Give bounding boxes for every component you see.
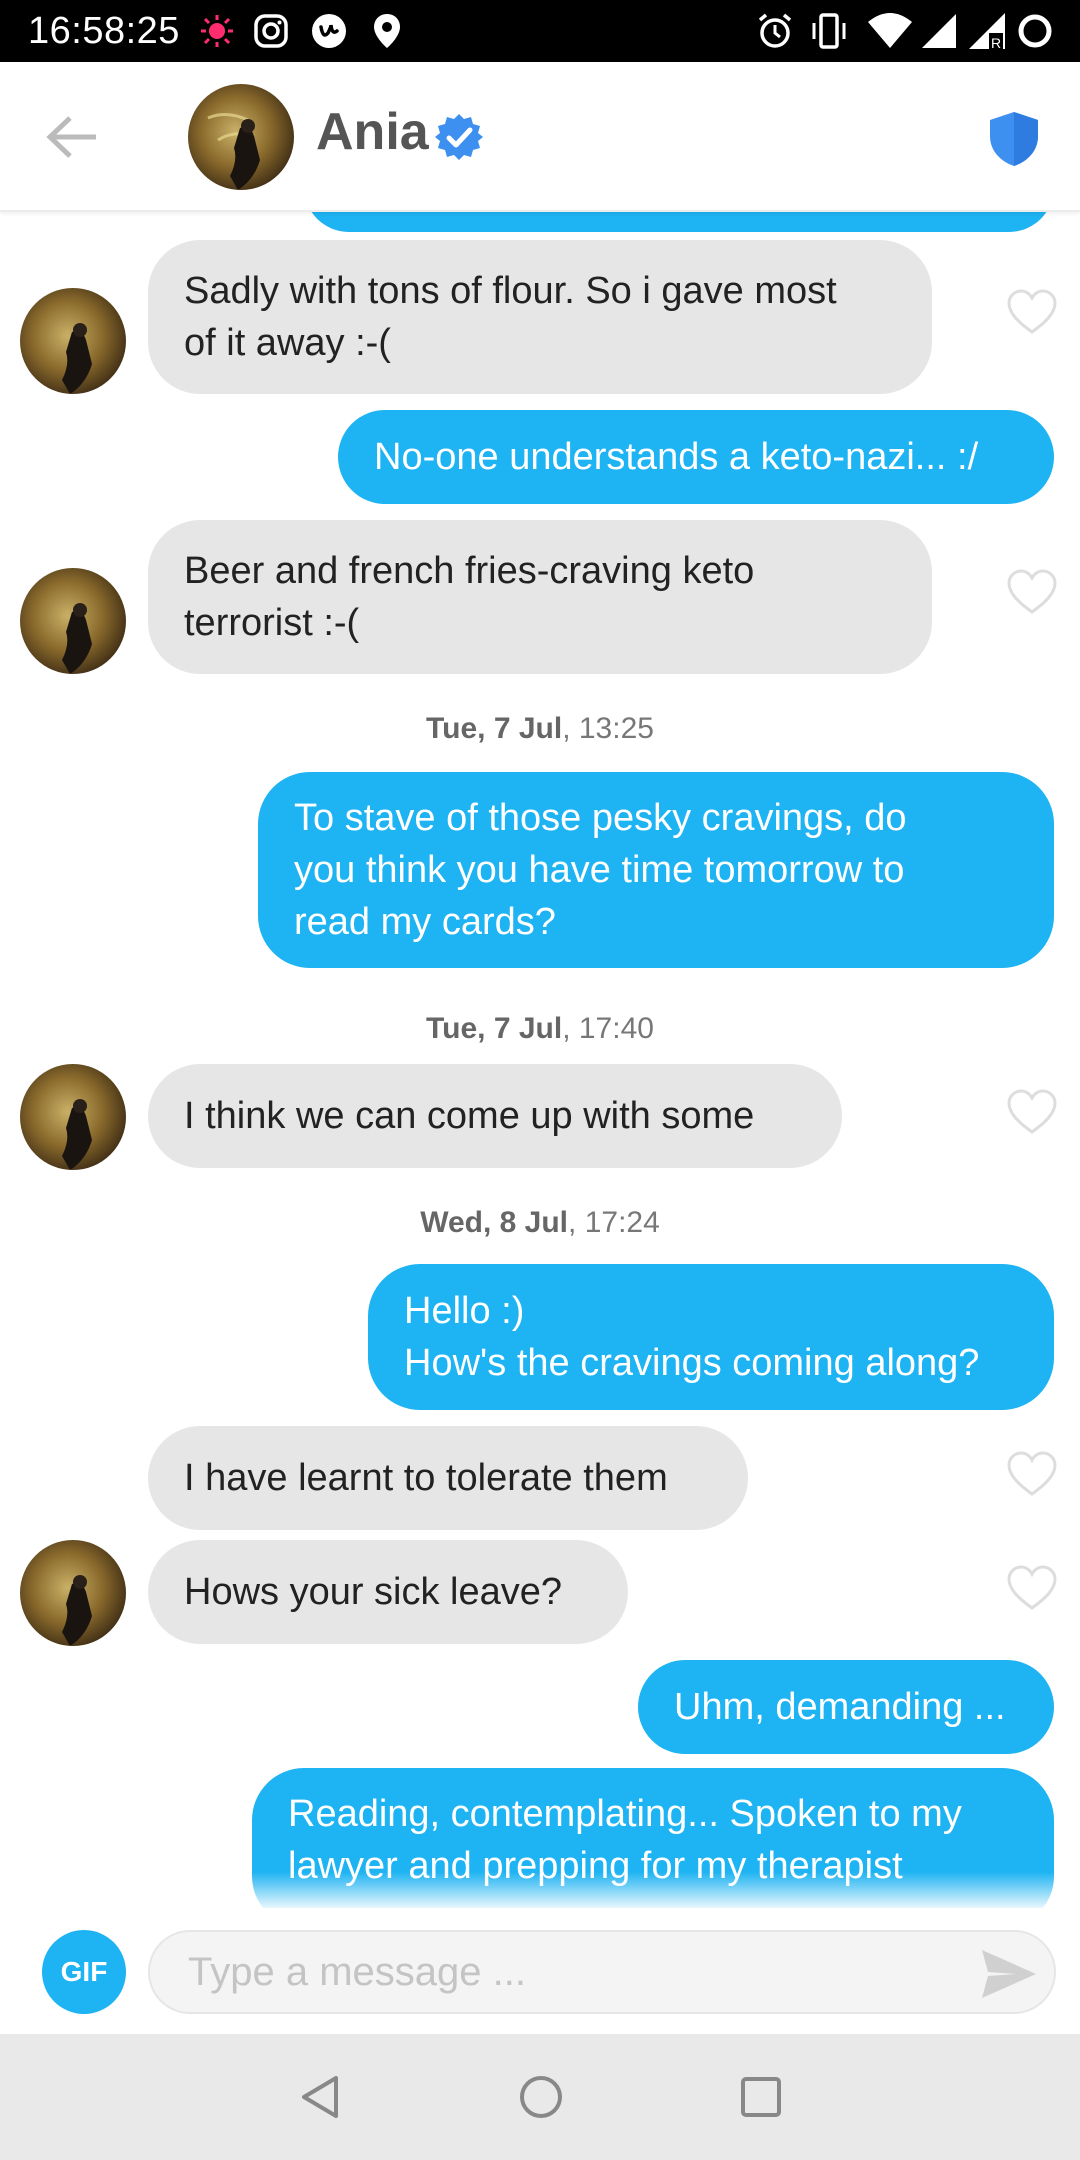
like-heart-icon[interactable] [1006,1564,1058,1612]
triangle-back-icon [302,2076,338,2118]
tinder-u-icon [308,10,350,52]
battery-ring-icon [1014,10,1056,52]
verified-badge-icon [434,112,484,162]
location-icon [366,10,408,52]
message-bubble-incoming[interactable]: I think we can come up with some [148,1064,842,1168]
nav-recents-button[interactable] [736,2072,786,2122]
nav-home-button[interactable] [516,2072,566,2122]
profile-avatar[interactable] [188,84,294,190]
timestamp-time: , 17:40 [562,1012,654,1045]
timestamp-divider: Tue, 7 Jul, 13:25 [0,712,1080,746]
sender-avatar[interactable] [20,1540,126,1646]
back-button[interactable] [44,112,104,162]
like-heart-icon[interactable] [1006,1450,1058,1498]
instagram-icon [250,10,292,52]
gif-button[interactable]: GIF [42,1930,126,2014]
like-heart-icon[interactable] [1006,288,1058,336]
shield-icon [990,112,1038,166]
signal-roaming-icon: R [966,10,1008,52]
timestamp-day: Wed, 8 Jul [420,1206,569,1239]
message-bubble-incoming[interactable]: Hows your sick leave? [148,1540,628,1644]
sun-notification-icon [196,10,238,52]
chat-screen: 16:58:25 R Ania Sadly with tons of flour… [0,0,1080,2160]
scroll-fade [0,1872,1080,1908]
message-bubble-outgoing[interactable]: To stave of those pesky cravings, do you… [258,772,1054,968]
square-recents-icon [741,2077,781,2117]
status-bar: 16:58:25 R [0,0,1080,62]
arrow-left-icon [46,116,96,158]
alarm-icon [754,10,796,52]
like-heart-icon[interactable] [1006,568,1058,616]
timestamp-divider: Wed, 8 Jul, 17:24 [0,1206,1080,1240]
timestamp-day: Tue, 7 Jul [426,712,563,745]
status-time: 16:58:25 [28,10,180,52]
send-button[interactable] [980,1948,1038,2000]
message-bubble-incoming[interactable]: I have learnt to tolerate them [148,1426,748,1530]
sender-avatar[interactable] [20,1064,126,1170]
profile-name[interactable]: Ania [316,102,429,162]
message-bubble-incoming[interactable]: Beer and french fries-craving keto terro… [148,520,932,674]
sender-avatar[interactable] [20,288,126,394]
wifi-icon [864,10,916,52]
sender-avatar[interactable] [20,568,126,674]
vibrate-icon [808,10,850,52]
timestamp-time: , 13:25 [562,712,654,745]
message-bubble-outgoing[interactable]: Uhm, demanding ... [638,1660,1054,1754]
signal-icon [918,10,960,52]
message-bubble-outgoing[interactable]: Hello :) How's the cravings coming along… [368,1264,1054,1410]
svg-text:R: R [991,35,1001,51]
timestamp-divider: Tue, 7 Jul, 17:40 [0,1012,1080,1046]
timestamp-time: , 17:24 [568,1206,660,1239]
message-list[interactable]: Sadly with tons of flour. So i gave most… [0,212,1080,1908]
timestamp-day: Tue, 7 Jul [426,1012,563,1045]
circle-home-icon [520,2076,562,2118]
send-icon [982,1950,1036,1998]
like-heart-icon[interactable] [1006,1088,1058,1136]
composer-bar: GIF [0,1908,1080,2034]
nav-back-button[interactable] [296,2072,346,2122]
message-input-container [148,1930,1056,2014]
navigation-bar [0,2034,1080,2160]
message-bubble-outgoing-partial[interactable] [304,212,1054,232]
message-bubble-outgoing[interactable]: No-one understands a keto-nazi... :/ [338,410,1054,504]
safety-shield-button[interactable] [988,110,1040,168]
chat-header: Ania [0,62,1080,212]
message-input[interactable] [188,1932,968,2012]
message-bubble-incoming[interactable]: Sadly with tons of flour. So i gave most… [148,240,932,394]
